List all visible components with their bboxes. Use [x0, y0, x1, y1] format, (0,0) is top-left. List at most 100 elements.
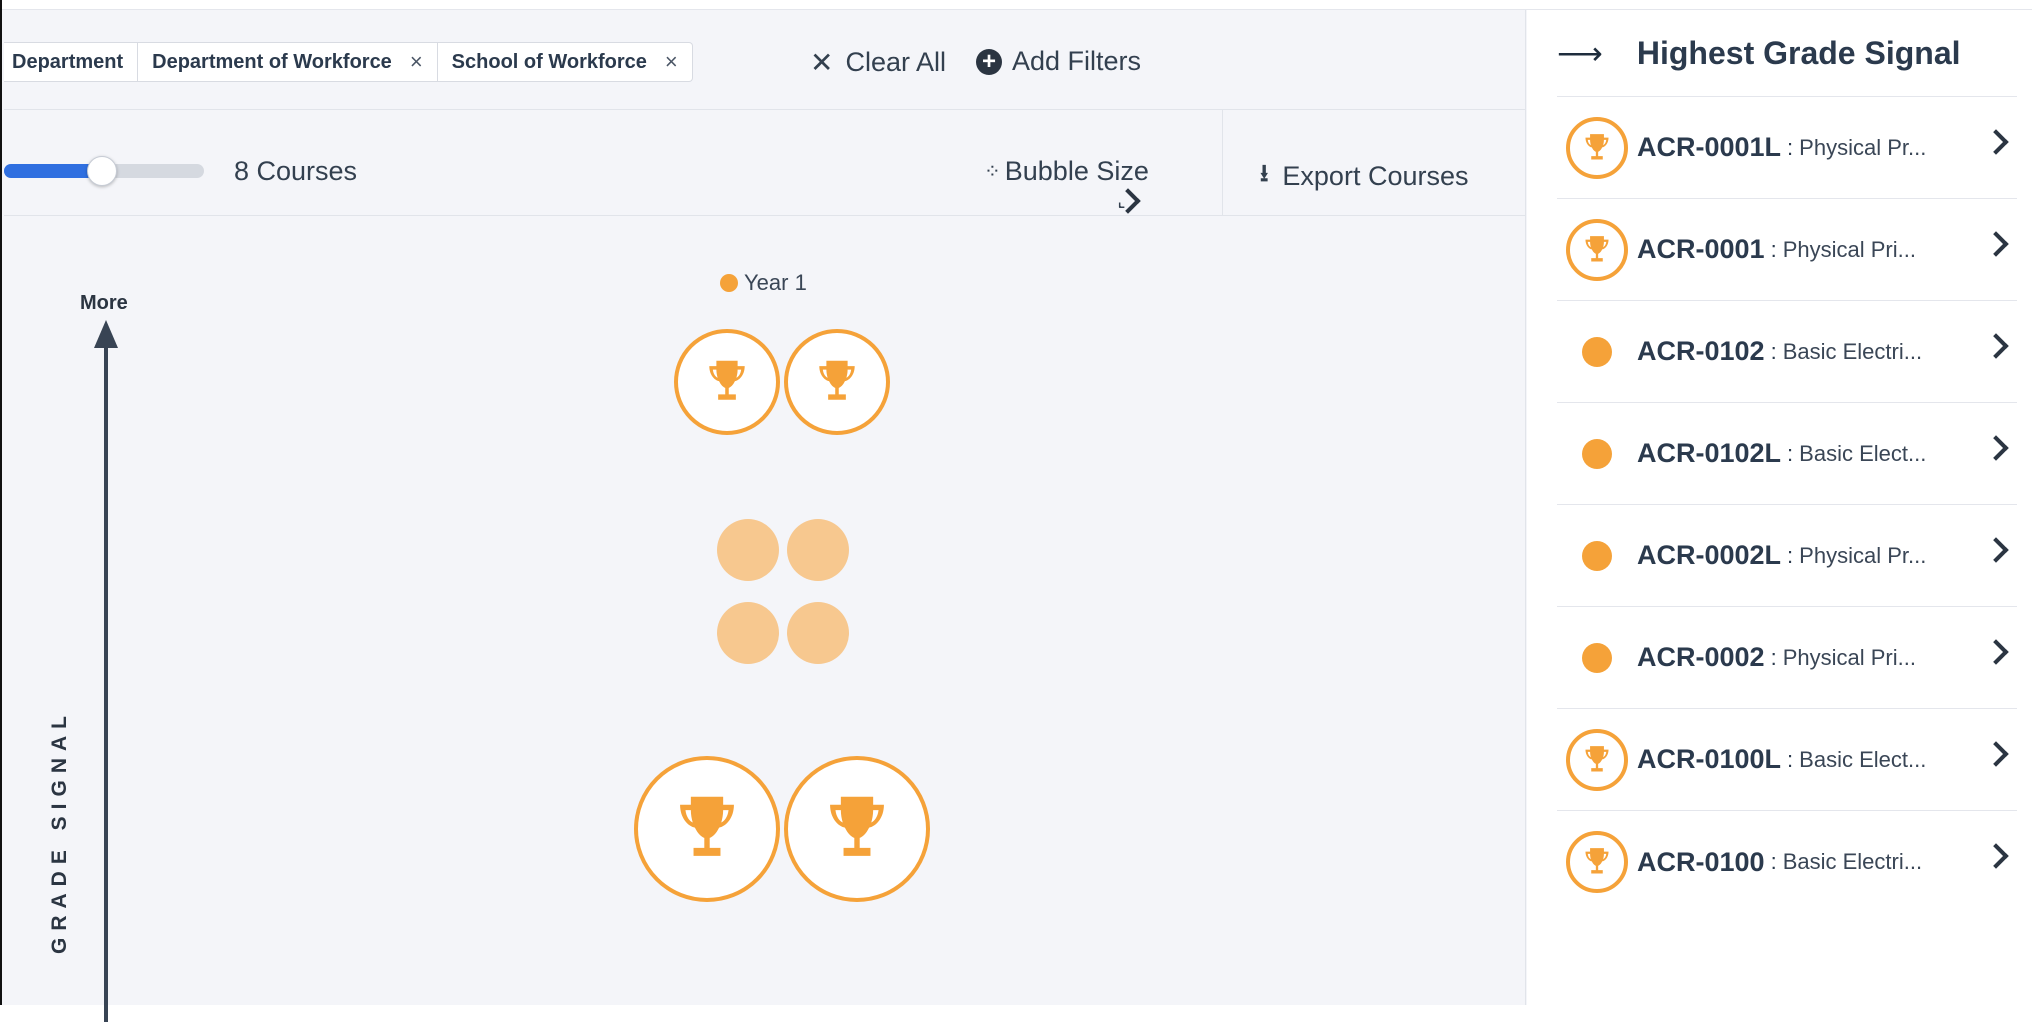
course-icon	[1565, 626, 1629, 690]
dot-icon	[1582, 540, 1612, 571]
bubble-size-label: Bubble Size	[1004, 156, 1149, 186]
dot-icon	[1582, 642, 1612, 673]
course-code: ACR-0100L	[1637, 744, 1782, 774]
trophy-icon	[1585, 235, 1609, 262]
y-axis-line	[104, 342, 108, 1022]
y-axis-label: GRADE SIGNAL	[48, 708, 71, 954]
filter-chip-department-of-workforce[interactable]: Department of Workforce ×	[138, 43, 438, 81]
course-code: ACR-0002	[1637, 642, 1765, 672]
course-bubble[interactable]	[784, 756, 930, 902]
course-icon	[1565, 116, 1629, 180]
course-bubble[interactable]	[717, 519, 779, 581]
course-list-item[interactable]: ACR-0002L : Physical Pr...	[1557, 505, 2017, 607]
course-code: ACR-0001L	[1637, 132, 1782, 162]
legend-dot	[720, 274, 738, 292]
trophy-icon	[1585, 848, 1609, 874]
clear-all-button[interactable]: ✕ Clear All	[810, 46, 946, 79]
course-bubble[interactable]	[717, 602, 779, 664]
export-courses-label: Export Courses	[1282, 161, 1469, 191]
axis-top-label: More	[80, 292, 128, 314]
filter-chip-label: School of Workforce	[451, 50, 647, 73]
chevron-right-icon	[1983, 231, 2009, 257]
course-bubble[interactable]	[634, 756, 780, 902]
legend-label: Year 1	[744, 270, 807, 295]
chevron-right-icon	[1983, 129, 2009, 155]
toolbar-divider	[1222, 110, 1223, 216]
separator: :	[1787, 542, 1794, 568]
top-border	[2, 0, 2032, 10]
separator: :	[1787, 134, 1794, 160]
close-icon: ✕	[810, 47, 834, 78]
course-count-slider[interactable]	[4, 156, 204, 186]
separator: :	[1787, 746, 1794, 772]
trophy-icon	[1585, 133, 1609, 160]
course-count-label: 8 Courses	[234, 156, 358, 186]
chart-area: Department Department of Workforce × Sch…	[4, 10, 1526, 1022]
filter-chip-label: Department of Workforce	[152, 50, 392, 73]
filter-chip-group: Department Department of Workforce × Sch…	[4, 42, 693, 82]
course-description: Physical Pr...	[1799, 134, 1927, 160]
chevron-right-icon	[1983, 333, 2009, 359]
filter-chip-label: Department	[12, 50, 124, 73]
chevron-right-icon	[1983, 639, 2009, 665]
chevron-right-icon	[1983, 537, 2009, 563]
course-code: ACR-0100	[1637, 846, 1765, 877]
course-icon	[1565, 422, 1629, 486]
slider-handle[interactable]	[87, 156, 117, 186]
course-code: ACR-0002L	[1637, 540, 1782, 570]
course-list-panel: ⟶ Highest Grade Signal ACR-0001L : Physi…	[1527, 10, 2032, 1005]
course-icon	[1565, 218, 1629, 282]
course-list-item[interactable]: ACR-0001L : Physical Pr...	[1557, 97, 2017, 199]
remove-filter-icon[interactable]: ×	[410, 49, 423, 75]
course-description: Physical Pr...	[1799, 542, 1927, 568]
panel-title: Highest Grade Signal	[1636, 34, 1961, 71]
chevron-right-icon	[1983, 741, 2009, 767]
course-description: Basic Electri...	[1782, 338, 1923, 364]
course-bubble[interactable]	[787, 519, 849, 581]
trophy-icon	[1585, 745, 1609, 772]
dot-icon	[1582, 336, 1612, 367]
course-icon	[1565, 728, 1629, 792]
course-code: ACR-0001	[1637, 234, 1765, 264]
course-description: Physical Pri...	[1782, 236, 1916, 262]
course-description: Basic Electri...	[1782, 849, 1923, 874]
course-description: Physical Pri...	[1782, 644, 1916, 670]
trophy-icon	[709, 360, 745, 400]
chart-legend: Year 1	[720, 270, 807, 296]
plus-circle-icon: +	[976, 48, 1002, 75]
filter-chip-department[interactable]: Department	[4, 43, 139, 81]
clear-all-label: Clear All	[845, 47, 947, 77]
course-code: ACR-0102L	[1637, 438, 1782, 468]
arrow-right-icon[interactable]: ⟶	[1557, 34, 1603, 72]
course-bubble[interactable]	[674, 329, 780, 435]
bubble-chart: Year 1 More GRADE SIGNAL	[4, 216, 1526, 1022]
course-icon	[1565, 830, 1629, 894]
separator: :	[1770, 338, 1777, 364]
panel-header: ⟶ Highest Grade Signal	[1557, 34, 1961, 72]
download-icon: ⭳	[1260, 160, 1269, 187]
bubble-size-icon: ⁘	[984, 161, 1001, 183]
course-description: Basic Elect...	[1799, 440, 1927, 466]
separator: :	[1770, 849, 1777, 874]
export-courses-button[interactable]: ⭳ Export Courses	[1260, 156, 1468, 197]
course-list-item[interactable]: ACR-0100 : Basic Electri...	[1557, 811, 2017, 913]
bubble-size-dropdown[interactable]: ⁘ Bubble Size ⌄	[984, 156, 1149, 216]
course-bubble[interactable]	[787, 602, 849, 664]
course-list-item[interactable]: ACR-0102 : Basic Electri...	[1557, 301, 2017, 403]
separator: :	[1770, 644, 1777, 670]
separator: :	[1787, 440, 1794, 466]
chart-toolbar: 8 Courses ⁘ Bubble Size ⌄ ⭳ Export Cours…	[4, 110, 1526, 216]
chevron-right-icon	[1983, 435, 2009, 461]
chevron-right-icon	[1983, 843, 2009, 869]
course-list: ACR-0001L : Physical Pr... ACR-0001 : Ph…	[1557, 96, 2017, 913]
course-list-item[interactable]: ACR-0102L : Basic Elect...	[1557, 403, 2017, 505]
trophy-icon	[680, 796, 734, 856]
add-filters-label: Add Filters	[1012, 46, 1142, 76]
add-filters-button[interactable]: + Add Filters	[976, 46, 1141, 77]
course-list-item[interactable]: ACR-0100L : Basic Elect...	[1557, 709, 2017, 811]
course-list-item[interactable]: ACR-0001 : Physical Pri...	[1557, 199, 2017, 301]
course-list-item[interactable]: ACR-0002 : Physical Pri...	[1557, 607, 2017, 709]
remove-filter-icon[interactable]: ×	[665, 49, 678, 75]
filter-chip-school-of-workforce[interactable]: School of Workforce ×	[438, 43, 692, 81]
course-bubble[interactable]	[784, 329, 890, 435]
